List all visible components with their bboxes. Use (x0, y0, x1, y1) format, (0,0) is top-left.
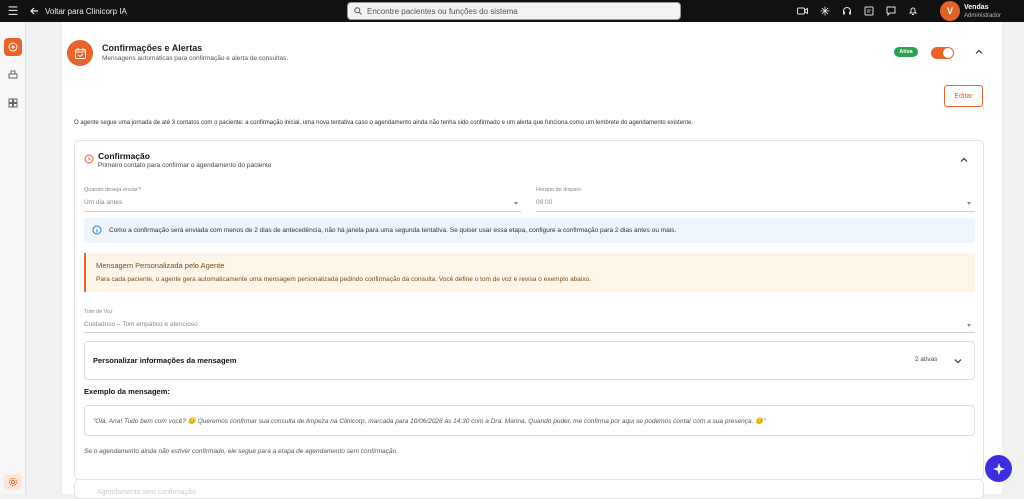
notice-text: Para cada paciente, o agente gera automa… (96, 276, 592, 283)
chevron-down-icon[interactable] (953, 356, 963, 366)
confirmation-card: Confirmação Primeiro contato para confir… (74, 140, 984, 480)
info-icon (92, 225, 102, 235)
user-role: Administrador (964, 12, 1002, 19)
avatar: V (940, 1, 960, 21)
chevron-down-icon (514, 202, 518, 205)
tone-underline (84, 332, 975, 333)
chat-icon[interactable] (884, 4, 897, 17)
back-button[interactable]: Voltar para Clinicorp IA (30, 7, 127, 16)
headset-icon[interactable] (840, 4, 853, 17)
settings-icon[interactable] (4, 474, 22, 490)
active-toggle[interactable] (931, 47, 954, 59)
confirmation-title: Confirmação (98, 151, 150, 161)
main-content: Confirmações e Alertas Mensagens automát… (62, 22, 1002, 499)
chevron-up-icon[interactable] (974, 47, 984, 57)
bell-icon[interactable] (906, 4, 919, 17)
time-select[interactable]: 09:00 (536, 199, 552, 206)
personalize-title: Personalizar informações da mensagem (93, 356, 237, 365)
user-name: Vendas (964, 3, 989, 11)
status-badge: Ativa (894, 47, 918, 57)
tone-select[interactable]: Cuidadoso – Tom empático e atencioso (84, 321, 198, 328)
example-text: "Olá, Ana! Tudo bem com você? 😊 Queremos… (93, 418, 766, 425)
ai-assistant-button[interactable] (985, 455, 1012, 482)
info-text: Como a confirmação será enviada com meno… (109, 227, 677, 234)
personalize-accordion[interactable]: Personalizar informações da mensagem 2 a… (84, 341, 975, 380)
back-label: Voltar para Clinicorp IA (45, 6, 127, 16)
personalize-count: 2 ativas (915, 356, 938, 363)
when-label: Quando deseja enviar? (84, 187, 141, 193)
sparkle-icon[interactable] (818, 4, 831, 17)
search-placeholder: Encontre pacientes ou funções do sistema (367, 6, 518, 16)
notes-icon[interactable] (862, 4, 875, 17)
clock-icon (84, 154, 94, 164)
chevron-up-icon[interactable] (959, 155, 969, 165)
calendar-check-icon (67, 40, 93, 66)
sidebar (0, 22, 26, 494)
footer-note: Se o agendamento ainda não estiver confi… (84, 448, 399, 455)
next-step-card[interactable]: Agendamento sem confirmação (74, 479, 984, 499)
add-icon[interactable] (4, 38, 22, 56)
arrow-left-icon (30, 7, 38, 15)
top-icons (796, 4, 919, 17)
search-input[interactable]: Encontre pacientes ou funções do sistema (347, 2, 681, 20)
agent-message-notice: Mensagem Personalizada pelo Agente Para … (84, 253, 975, 292)
hamburger-menu-icon[interactable]: ☰ (0, 4, 26, 18)
intro-text: O agente segue uma jornada de até 3 cont… (74, 120, 694, 126)
notice-title: Mensagem Personalizada pelo Agente (96, 261, 225, 270)
sparkle-icon (992, 462, 1005, 475)
search-icon (354, 7, 362, 15)
example-title: Exemplo da mensagem: (84, 387, 170, 396)
user-menu[interactable]: V Vendas Administrador (940, 1, 1001, 21)
example-message-box: "Olá, Ana! Tudo bem com você? 😊 Queremos… (84, 405, 975, 436)
video-icon[interactable] (796, 4, 809, 17)
confirmation-subtitle: Primeiro contato para confirmar o agenda… (98, 162, 272, 169)
when-underline (84, 211, 521, 212)
tone-label: Tom de Voz (84, 309, 113, 315)
time-label: Horário de disparo (536, 187, 582, 193)
chevron-down-icon (967, 202, 971, 205)
dashboard-icon[interactable] (4, 94, 22, 112)
when-select[interactable]: Um dia antes (84, 199, 122, 206)
next-step-title: Agendamento sem confirmação (97, 489, 196, 496)
info-banner: Como a confirmação será enviada com meno… (84, 218, 975, 243)
toggle-knob (943, 48, 953, 58)
edit-button[interactable]: Editar (944, 85, 983, 107)
section-title: Confirmações e Alertas (102, 43, 203, 53)
time-underline (536, 211, 975, 212)
chevron-down-icon (967, 324, 971, 327)
section-subtitle: Mensagens automáticas para confirmação e… (102, 55, 289, 62)
printer-icon[interactable] (4, 66, 22, 84)
